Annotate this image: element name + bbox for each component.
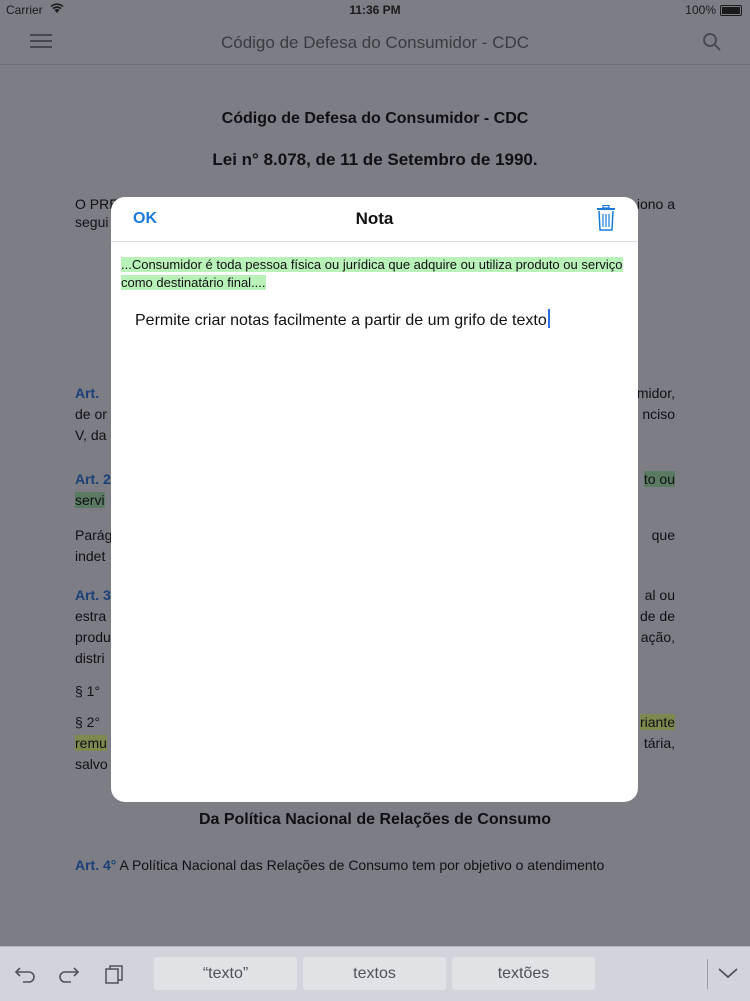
battery-percent: 100% — [685, 3, 716, 17]
art4-label[interactable]: Art. 4° — [75, 857, 116, 873]
undo-icon[interactable] — [14, 964, 36, 984]
paste-icon[interactable] — [104, 964, 126, 984]
art1-text-left-2: de or — [75, 406, 107, 422]
navigation-bar: Código de Defesa do Consumidor - CDC — [0, 22, 750, 65]
art1-text-right-2: nciso — [642, 406, 675, 422]
highlighted-quote: ...Consumidor é toda pessoa física ou ju… — [121, 257, 623, 290]
chapter-title: Da Política Nacional de Relações de Cons… — [198, 811, 552, 828]
status-bar: Carrier 11:36 PM 100% — [0, 0, 750, 22]
section1-label: § 1° — [75, 683, 101, 699]
art2-text-left-2: servi — [75, 492, 105, 508]
art2-text-right: to ou — [643, 471, 675, 487]
intro-text-right: iono a — [636, 196, 675, 212]
clock: 11:36 PM — [349, 3, 401, 17]
document-title: Código de Defesa do Consumidor - CDC — [221, 110, 529, 127]
intro-text-left-2: segui — [75, 214, 109, 230]
modal-header: OK Nota — [111, 197, 638, 242]
art3-text-right-3: ação, — [640, 629, 675, 645]
battery-icon — [720, 5, 742, 16]
section2-label: § 2° — [75, 714, 101, 730]
note-modal: OK Nota ...Consumidor é toda pessoa físi… — [111, 197, 638, 802]
art3-text-left-3: produ — [75, 629, 111, 645]
art1-text-right: midor, — [636, 385, 675, 401]
paragraph-text-left-2: indet — [75, 548, 106, 564]
art3-text-right-2: de de — [639, 608, 675, 624]
toolbar-divider — [707, 959, 708, 989]
section2-text-left-3: salvo — [75, 756, 108, 772]
dismiss-keyboard-icon[interactable] — [717, 966, 739, 986]
trash-icon[interactable] — [596, 204, 616, 231]
section2-text-right: riante — [639, 714, 675, 730]
suggestion-3[interactable]: textões — [452, 957, 595, 990]
paragraph-text-right: que — [651, 527, 675, 543]
redo-icon[interactable] — [58, 964, 80, 984]
art1-label[interactable]: Art. — [75, 383, 99, 404]
art3-text-left-2: estra — [75, 608, 107, 624]
search-icon[interactable] — [702, 32, 722, 52]
keyboard-suggestion-bar: “texto” textos textões — [0, 946, 750, 1001]
art2-label[interactable]: Art. 2 — [75, 469, 111, 490]
law-title: Lei n° 8.078, de 11 de Setembro de 1990. — [212, 150, 538, 169]
nav-title: Código de Defesa do Consumidor - CDC — [220, 33, 530, 52]
modal-title: Nota — [355, 209, 394, 228]
suggestion-2[interactable]: textos — [303, 957, 446, 990]
paragraph-text-left: Parág — [75, 527, 113, 543]
art3-text-right: al ou — [644, 587, 675, 603]
art4-text: A Política Nacional das Relações de Cons… — [119, 857, 605, 873]
art4-paragraph: Art. 4° A Política Nacional das Relações… — [75, 857, 695, 873]
suggestion-1[interactable]: “texto” — [154, 957, 297, 990]
art1-text-left-3: V, da — [75, 427, 107, 443]
text-cursor — [547, 309, 550, 328]
art3-label[interactable]: Art. 3 — [75, 585, 111, 606]
art3-text-left-4: distri — [75, 650, 105, 666]
note-text-input[interactable]: Permite criar notas facilmente a partir … — [135, 309, 615, 330]
document-content: Código de Defesa do Consumidor - CDC Lei… — [75, 110, 675, 170]
section2-text-right-2: tária, — [643, 735, 675, 751]
section2-text-left-2: remu — [75, 735, 107, 751]
